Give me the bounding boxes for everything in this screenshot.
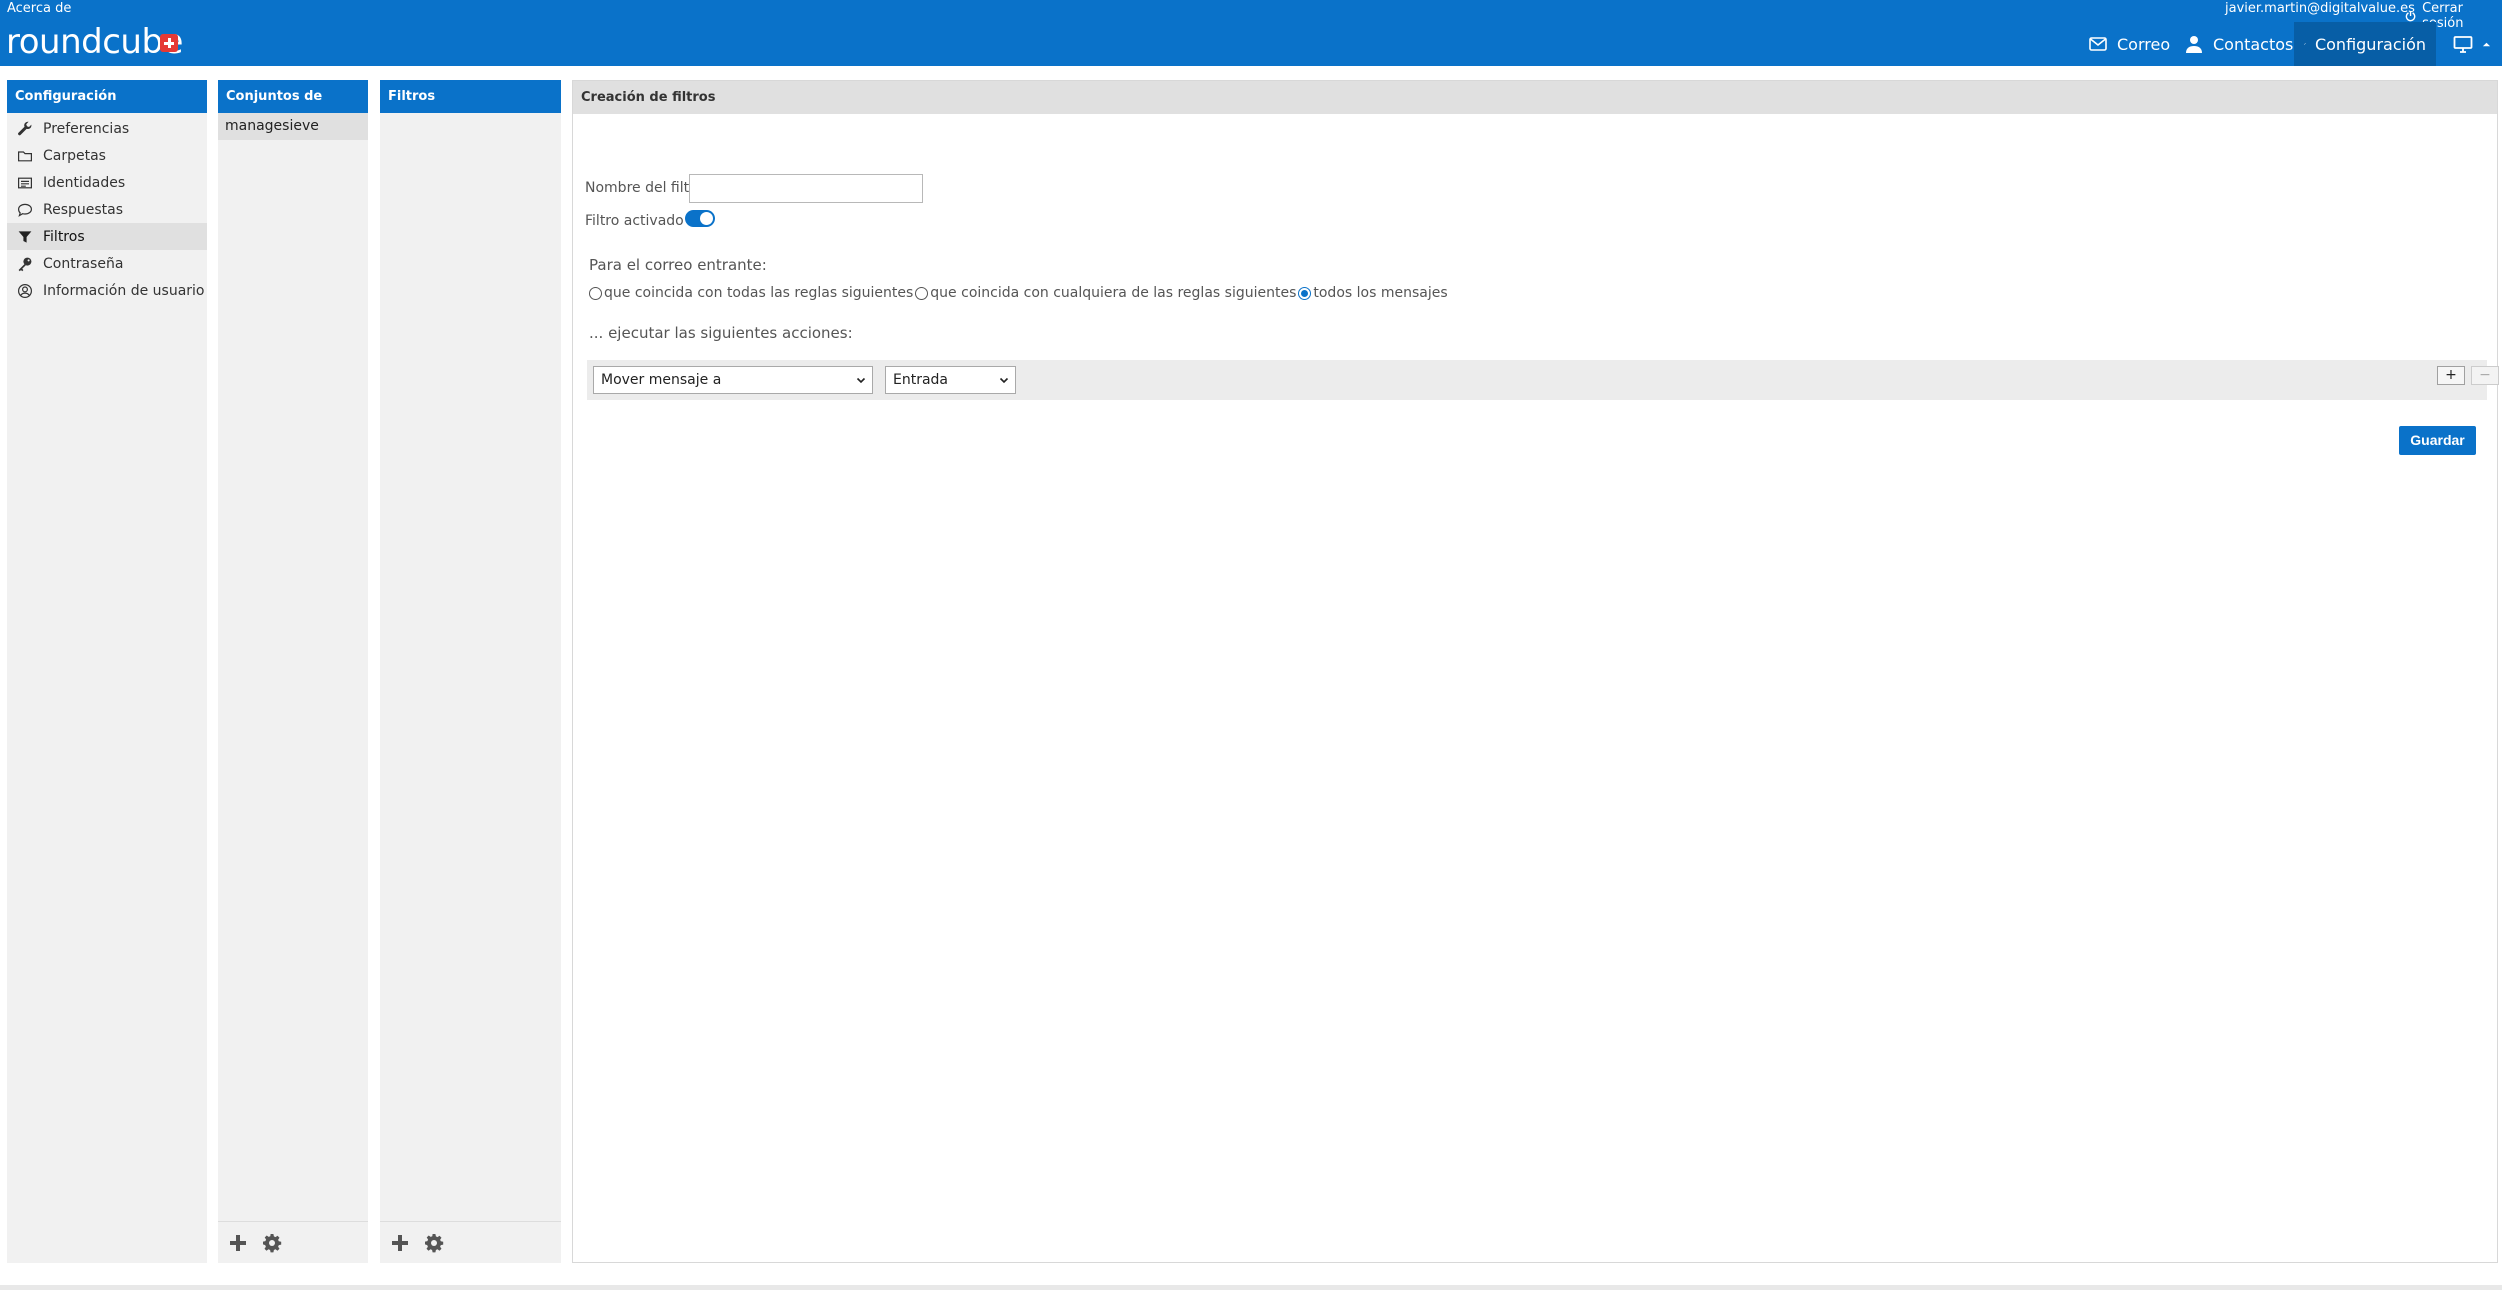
settings-item-label: Información de usuario	[43, 282, 205, 299]
chevron-up-icon	[2482, 42, 2491, 46]
settings-item-folders[interactable]: Carpetas	[7, 142, 207, 169]
radio-circle	[589, 286, 602, 300]
filter-set-item[interactable]: managesieve	[218, 113, 368, 140]
about-link[interactable]: Acerca de	[7, 1, 71, 16]
filter-sets-title: Conjuntos de filtros	[218, 80, 368, 137]
settings-item-label: Filtros	[43, 228, 85, 245]
action-row: Mover mensaje a Entrada + −	[587, 360, 2499, 400]
filter-icon	[18, 230, 32, 243]
roundcube-logo[interactable]: roundcube	[6, 22, 183, 62]
settings-menu: Preferencias Carpetas Identidades Respue…	[7, 113, 207, 1263]
radio-circle	[915, 286, 929, 300]
logo-plus-icon	[160, 34, 178, 52]
settings-item-password[interactable]: Contraseña	[7, 250, 207, 277]
filter-name-label: Nombre del filtro	[585, 180, 704, 196]
radio-circle-selected	[1298, 286, 1312, 300]
nav-mail[interactable]: Correo	[2078, 22, 2180, 66]
radio-label: que coincida con todas las reglas siguie…	[604, 285, 914, 301]
add-filter-set-icon[interactable]	[228, 1233, 248, 1253]
filter-name-input[interactable]	[689, 174, 923, 203]
action-type-value: Mover mensaje a	[601, 372, 722, 388]
filter-active-toggle[interactable]	[685, 210, 715, 227]
wrench-icon	[18, 121, 32, 135]
filter-active-label: Filtro activado	[585, 213, 684, 229]
user-email: javier.martin@digitalvalue.es	[2225, 1, 2415, 16]
settings-item-user-info[interactable]: Información de usuario	[7, 277, 207, 304]
settings-menu-title: Configuración	[7, 80, 207, 113]
chevron-down-icon	[999, 377, 1009, 384]
actions-label: ... ejecutar las siguientes acciones:	[589, 324, 853, 342]
filters-title: Filtros	[380, 80, 561, 113]
settings-item-responses[interactable]: Respuestas	[7, 196, 207, 223]
nav-settings[interactable]: Configuración	[2294, 22, 2436, 66]
bottom-border	[0, 1285, 2502, 1290]
speech-bubble-icon	[17, 203, 33, 217]
target-folder-value: Entrada	[893, 372, 949, 388]
display-mode-toggle[interactable]	[2443, 22, 2502, 66]
filters-list	[380, 113, 561, 1263]
radio-label: todos los mensajes	[1313, 285, 1448, 301]
user-circle-icon	[18, 283, 32, 298]
filter-sets-footer	[218, 1221, 368, 1263]
settings-item-label: Identidades	[43, 174, 126, 191]
nav-contacts-label: Contactos	[2213, 34, 2294, 54]
envelope-icon	[2089, 37, 2107, 51]
filter-editor-title: Creación de filtros	[573, 81, 2497, 114]
power-icon	[2405, 11, 2416, 22]
settings-item-preferences[interactable]: Preferencias	[7, 115, 207, 142]
key-icon	[18, 257, 32, 271]
nav-settings-label: Configuración	[2314, 34, 2426, 54]
match-all-messages-radio[interactable]: todos los mensajes	[1298, 285, 1448, 301]
filter-sets-list: managesieve	[218, 113, 368, 1263]
add-filter-icon[interactable]	[390, 1233, 410, 1253]
filters-footer	[380, 1221, 561, 1263]
remove-action-button[interactable]: −	[2471, 366, 2499, 385]
settings-item-label: Carpetas	[43, 147, 106, 164]
monitor-icon	[2453, 36, 2473, 53]
settings-item-identities[interactable]: Identidades	[7, 169, 207, 196]
match-options: que coincida con todas las reglas siguie…	[589, 285, 1450, 301]
folder-icon	[18, 150, 32, 161]
match-all-rules-radio[interactable]: que coincida con todas las reglas siguie…	[589, 285, 913, 301]
action-type-select[interactable]: Mover mensaje a	[593, 366, 873, 394]
settings-item-label: Respuestas	[43, 201, 124, 218]
save-button[interactable]: Guardar	[2399, 426, 2476, 455]
wrench-icon	[2304, 43, 2306, 45]
user-icon	[2186, 36, 2202, 53]
match-any-rule-radio[interactable]: que coincida con cualquiera de las regla…	[915, 285, 1296, 301]
filter-actions-gear-icon[interactable]	[424, 1233, 444, 1253]
settings-item-label: Preferencias	[43, 120, 130, 137]
add-action-button[interactable]: +	[2437, 366, 2465, 385]
top-header: Acerca de roundcube javier.martin@digita…	[0, 0, 2502, 66]
nav-mail-label: Correo	[2117, 34, 2171, 54]
settings-item-filters[interactable]: Filtros	[7, 223, 207, 250]
incoming-mail-label: Para el correo entrante:	[589, 256, 767, 274]
chevron-down-icon	[856, 377, 866, 384]
target-folder-select[interactable]: Entrada	[885, 366, 1016, 394]
filter-editor: Creación de filtros Nombre del filtro Fi…	[572, 80, 2499, 1263]
nav-contacts[interactable]: Contactos	[2174, 22, 2303, 66]
radio-label: que coincida con cualquiera de las regla…	[930, 285, 1297, 301]
filter-set-actions-gear-icon[interactable]	[262, 1233, 282, 1253]
settings-item-label: Contraseña	[43, 255, 124, 272]
identity-card-icon	[18, 177, 32, 188]
